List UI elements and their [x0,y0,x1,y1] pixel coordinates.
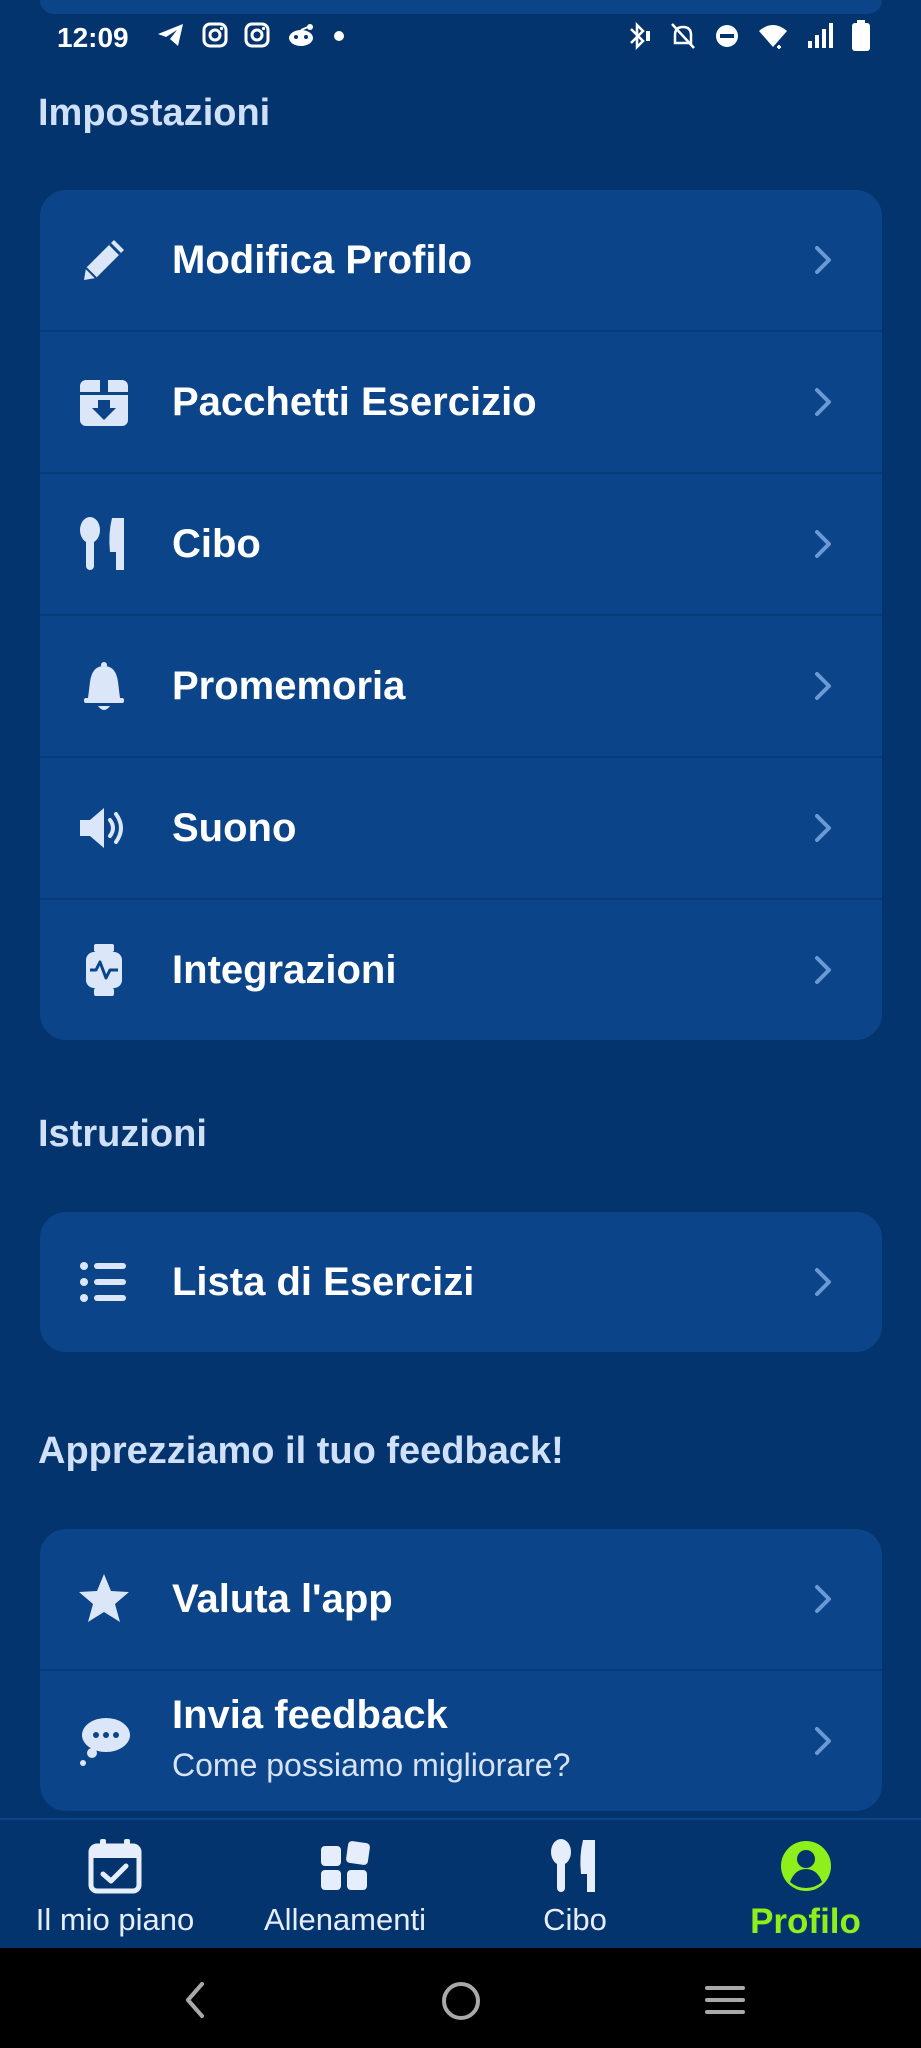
recents-icon[interactable] [702,1982,748,2018]
chevron-right-icon [815,388,831,416]
row-label: Cibo [172,521,261,566]
row-label: Valuta l'app [172,1576,393,1621]
telegram-icon [158,24,183,46]
nav-workouts[interactable]: Allenamenti [230,1820,460,1950]
nav-label: Allenamenti [264,1902,426,1937]
row-rate-app[interactable]: Valuta l'app [40,1529,882,1671]
section-title-instructions: Istruzioni [38,1113,207,1155]
chevron-right-icon [815,530,831,558]
cutlery-icon [545,1836,605,1896]
mute-icon [671,23,695,49]
instagram-icon [244,22,270,48]
nav-food[interactable]: Cibo [460,1820,690,1950]
row-sublabel: Come possiamo migliorare? [172,1747,571,1783]
bell-icon [76,658,132,714]
chevron-right-icon [815,246,831,274]
row-reminders[interactable]: Promemoria [40,616,882,758]
row-food[interactable]: Cibo [40,474,882,616]
row-label: Lista di Esercizi [172,1259,475,1304]
star-icon [76,1571,132,1627]
dnd-icon [716,25,738,47]
chevron-right-icon [815,1268,831,1296]
row-sound[interactable]: Suono [40,758,882,900]
row-label: Modifica Profilo [172,237,472,282]
chat-bubble-icon [76,1713,132,1769]
battery-icon [852,20,870,51]
home-icon[interactable] [440,1980,482,2022]
nav-my-plan[interactable]: Il mio piano [0,1820,230,1950]
row-label: Integrazioni [172,947,397,992]
section-title-feedback: Apprezziamo il tuo feedback! [38,1430,564,1472]
row-label: Suono [172,805,297,850]
package-download-icon [76,374,132,430]
list-icon [76,1254,132,1310]
row-exercise-packages[interactable]: Pacchetti Esercizio [40,332,882,474]
status-bar: 12:09 [0,0,921,76]
notification-icons [156,22,346,48]
row-label: Pacchetti Esercizio [172,379,537,424]
chevron-right-icon [815,1727,831,1755]
grid-icon [315,1836,375,1896]
system-status-icons [625,20,871,52]
feedback-card: Valuta l'app Invia feedback Come possiam… [40,1529,882,1811]
chevron-right-icon [815,814,831,842]
row-label: Invia feedback [172,1693,448,1737]
calendar-check-icon [85,1836,145,1896]
nav-label: Cibo [543,1902,607,1937]
status-time: 12:09 [57,22,129,53]
row-send-feedback[interactable]: Invia feedback Come possiamo migliorare? [40,1671,882,1811]
bluetooth-icon [630,21,650,51]
bottom-nav: Il mio piano Allenamenti Cibo Profilo [0,1818,921,1950]
nav-label: Profilo [750,1902,861,1941]
chevron-right-icon [815,1585,831,1613]
back-icon[interactable] [180,1980,210,2020]
top-strip [40,0,882,14]
reddit-icon [289,24,313,46]
row-integrations[interactable]: Integrazioni [40,900,882,1040]
row-edit-profile[interactable]: Modifica Profilo [40,190,882,332]
wifi-icon [759,25,787,49]
smartwatch-icon [76,942,132,998]
cutlery-icon [76,516,132,572]
pencil-icon [76,232,132,288]
nav-profile[interactable]: Profilo [690,1820,921,1950]
dot-icon [334,31,344,41]
instagram-icon [202,22,228,48]
chevron-right-icon [815,672,831,700]
nav-label: Il mio piano [35,1902,195,1937]
speaker-icon [76,800,132,856]
system-nav-bar [0,1948,921,2048]
section-title-settings: Impostazioni [38,92,271,134]
row-label: Promemoria [172,663,406,708]
instructions-card: Lista di Esercizi [40,1212,882,1352]
user-circle-icon [776,1836,836,1896]
chevron-right-icon [815,956,831,984]
settings-card: Modifica Profilo Pacchetti Esercizio Cib… [40,190,882,1040]
signal-icon [808,23,833,48]
row-exercise-list[interactable]: Lista di Esercizi [40,1212,882,1352]
